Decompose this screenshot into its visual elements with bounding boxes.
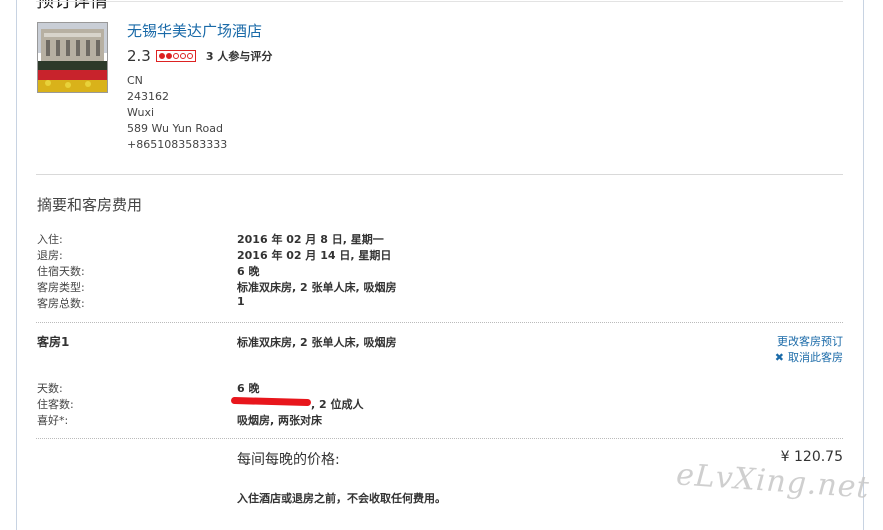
summary-value: 2016 年 02 月 8 日, 星期一 — [237, 233, 384, 246]
dotted-divider — [36, 438, 843, 439]
dotted-divider — [36, 322, 843, 323]
hotel-photo[interactable] — [37, 22, 108, 93]
room-label: 住客数: — [37, 398, 74, 411]
room-type: 标准双床房, 2 张单人床, 吸烟房 — [237, 336, 397, 349]
divider — [36, 1, 843, 2]
rating-dot-empty — [186, 53, 193, 59]
room-label: 天数: — [37, 382, 63, 395]
hotel-street: 589 Wu Yun Road — [127, 122, 223, 135]
room-value: 6 晚 — [237, 382, 260, 395]
summary-label: 退房: — [37, 249, 63, 262]
hotel-rating: 2.3 3 人参与评分 — [127, 46, 272, 66]
rating-dots — [155, 50, 196, 62]
summary-label: 客房类型: — [37, 281, 85, 294]
price-label: 每间每晚的价格: — [237, 452, 340, 468]
rating-dot-filled — [165, 53, 172, 59]
summary-value: 标准双床房, 2 张单人床, 吸烟房 — [237, 281, 397, 294]
hotel-postal-code: 243162 — [127, 90, 169, 103]
hotel-city: Wuxi — [127, 106, 155, 119]
room-value: 吸烟房, 两张对床 — [237, 414, 323, 427]
summary-title: 摘要和客房费用 — [37, 196, 143, 214]
hotel-photo-image — [38, 23, 107, 92]
close-icon: ✖ — [774, 350, 784, 364]
cancel-room-link[interactable]: ✖ 取消此客房 — [775, 349, 843, 365]
hotel-phone: +8651083583333 — [127, 138, 228, 151]
summary-label: 入住: — [37, 233, 63, 246]
summary-label: 客房总数: — [37, 297, 85, 310]
booking-panel — [16, 0, 864, 530]
summary-value: 6 晚 — [237, 265, 260, 278]
rating-score: 2.3 — [127, 47, 151, 65]
hotel-country: CN — [127, 74, 143, 87]
rating-dot-empty — [179, 53, 186, 59]
change-room-link[interactable]: 更改客房预订 — [777, 333, 843, 349]
rating-dot-empty — [172, 53, 179, 59]
cancel-room-label[interactable]: 取消此客房 — [788, 349, 843, 365]
charge-notice: 入住酒店或退房之前，不会收取任何费用。 — [237, 492, 446, 505]
summary-label: 住宿天数: — [37, 265, 85, 278]
summary-value: 2016 年 02 月 14 日, 星期日 — [237, 249, 392, 262]
room-value: , 2 位成人 — [311, 398, 364, 411]
review-count: 3 人参与评分 — [205, 50, 273, 63]
divider — [36, 174, 843, 175]
room-title: 客房1 — [37, 335, 70, 349]
hotel-name-link[interactable]: 无锡华美达广场酒店 — [127, 20, 262, 41]
rating-dot-filled — [158, 53, 165, 59]
price-value: ¥ 120.75 — [780, 449, 843, 465]
room-label: 喜好*: — [37, 414, 69, 427]
summary-value: 1 — [237, 295, 245, 308]
